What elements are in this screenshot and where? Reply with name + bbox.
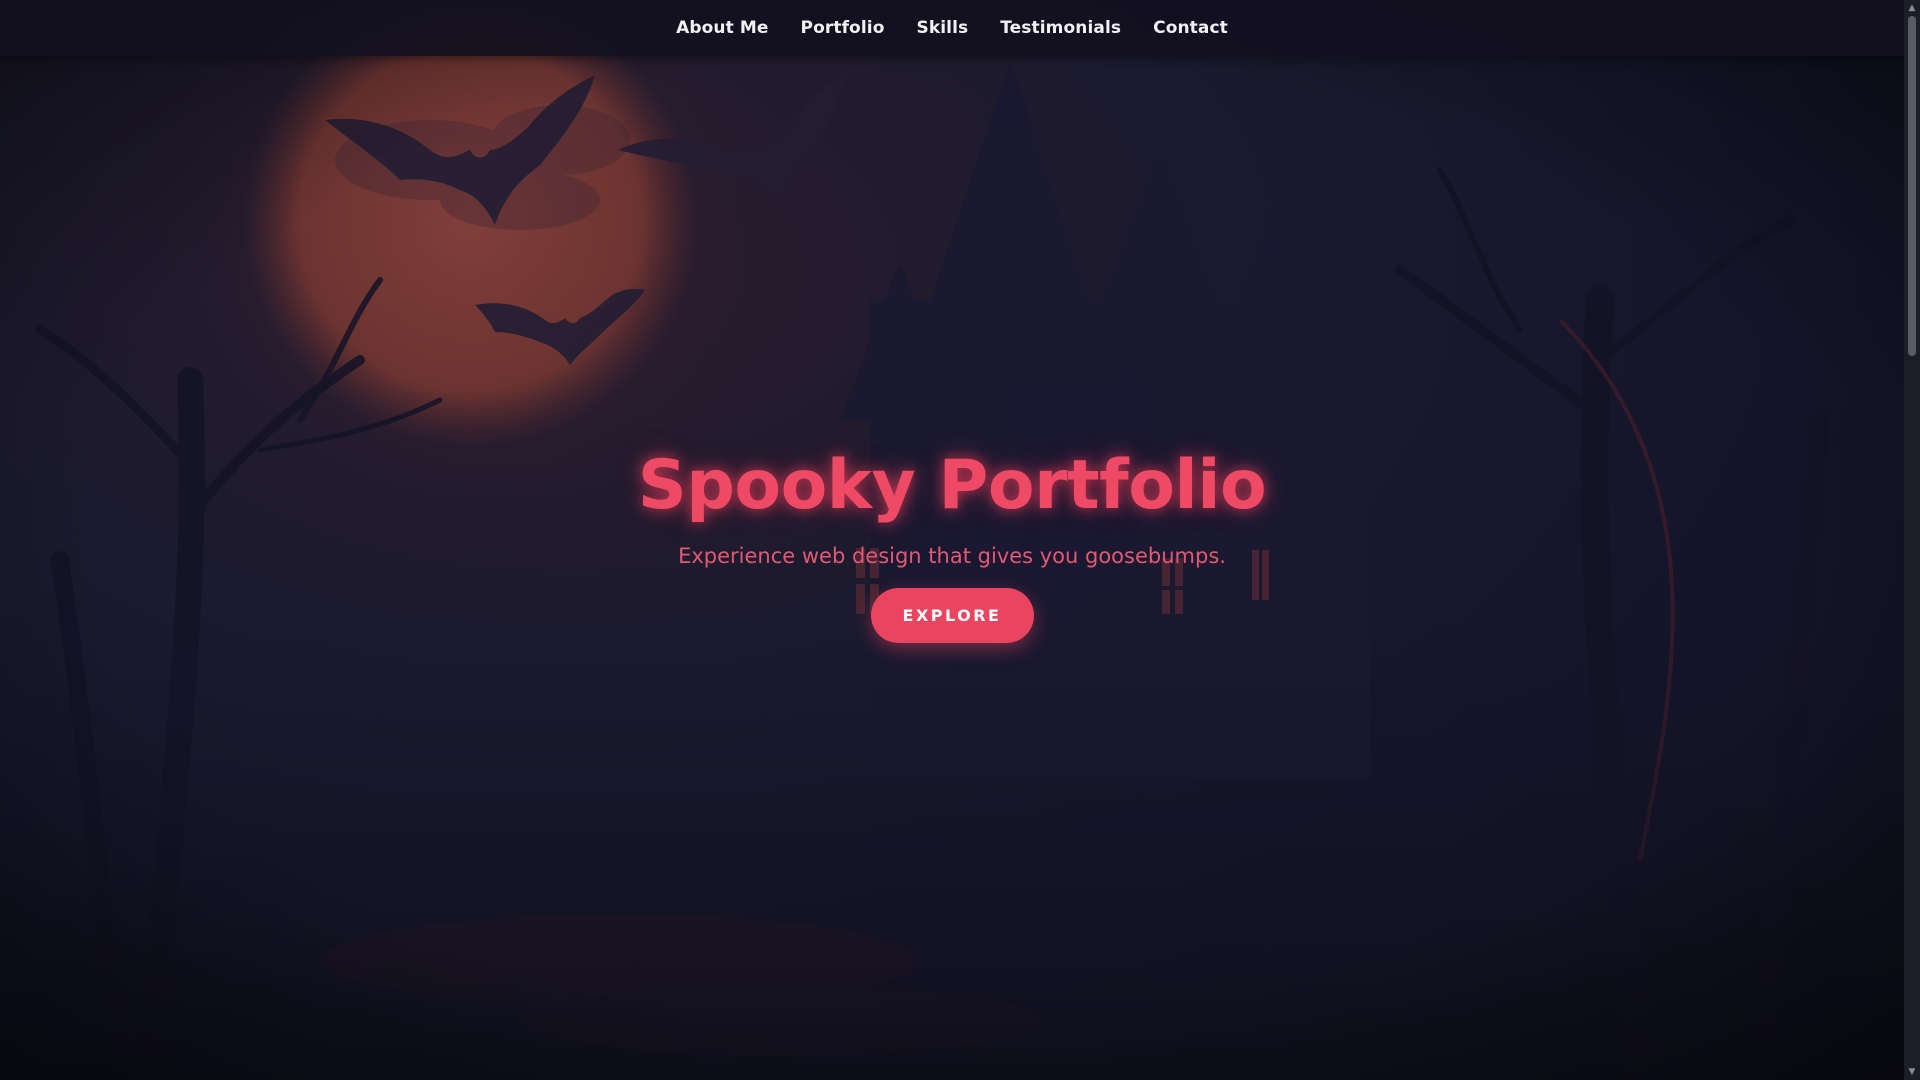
nav-link-portfolio[interactable]: Portfolio — [801, 18, 885, 38]
explore-button[interactable]: EXPLORE — [870, 588, 1034, 643]
hero-section: Spooky Portfolio Experience web design t… — [0, 440, 1904, 643]
vertical-scrollbar[interactable]: ▲ ▼ — [1904, 0, 1920, 1080]
nav-link-skills[interactable]: Skills — [916, 18, 968, 38]
nav-link-about-me[interactable]: About Me — [676, 18, 768, 38]
nav-link-contact[interactable]: Contact — [1153, 18, 1228, 38]
nav-link-testimonials[interactable]: Testimonials — [1000, 18, 1121, 38]
top-navigation: About Me Portfolio Skills Testimonials C… — [0, 0, 1904, 56]
landing-page: About Me Portfolio Skills Testimonials C… — [0, 0, 1904, 1080]
scroll-down-arrow-icon[interactable]: ▼ — [1904, 1064, 1920, 1080]
hero-subtitle: Experience web design that gives you goo… — [678, 544, 1226, 568]
hero-title: Spooky Portfolio — [637, 446, 1267, 525]
scroll-thumb[interactable] — [1908, 16, 1916, 356]
scroll-up-arrow-icon[interactable]: ▲ — [1904, 0, 1920, 16]
